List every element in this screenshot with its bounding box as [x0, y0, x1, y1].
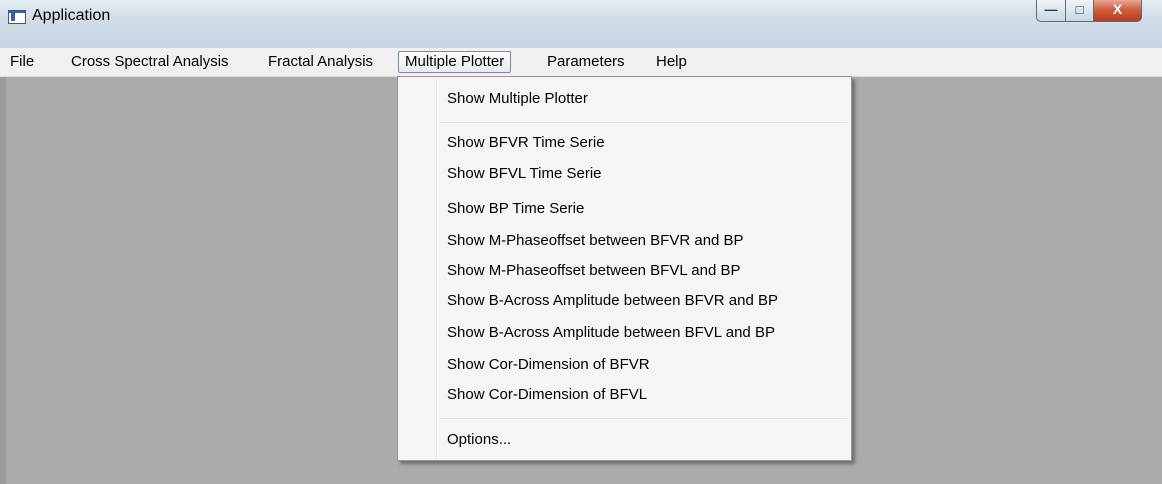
menu-show-cor-dimension-bfvl[interactable]: Show Cor-Dimension of BFVL [447, 383, 647, 407]
menu-show-multiple-plotter[interactable]: Show Multiple Plotter [447, 87, 588, 111]
menu-show-bp-time-serie[interactable]: Show BP Time Serie [447, 197, 584, 221]
maximize-icon: □ [1075, 2, 1084, 17]
minimize-button[interactable]: — [1036, 0, 1066, 22]
menu-show-b-across-amplitude-bfvl-bp[interactable]: Show B-Across Amplitude between BFVL and… [447, 321, 775, 345]
window-title: Application [32, 7, 111, 24]
menu-multiple-plotter[interactable]: Multiple Plotter [398, 51, 512, 73]
client-border [0, 77, 6, 484]
menu-show-bfvr-time-serie[interactable]: Show BFVR Time Serie [447, 131, 605, 155]
menu-show-m-phaseoffset-bfvr-bp[interactable]: Show M-Phaseoffset between BFVR and BP [447, 229, 744, 253]
minimize-icon: — [1044, 2, 1058, 17]
menu-show-cor-dimension-bfvr[interactable]: Show Cor-Dimension of BFVR [447, 353, 650, 377]
menu-parameters[interactable]: Parameters [541, 51, 631, 73]
maximize-button[interactable]: □ [1066, 0, 1094, 22]
menu-separator [439, 418, 847, 420]
application-icon[interactable] [8, 10, 26, 24]
multiple-plotter-dropdown: Show Multiple Plotter Show BFVR Time Ser… [397, 76, 852, 461]
title-bar: Application — □ X [0, 0, 1162, 49]
menu-fractal-analysis[interactable]: Fractal Analysis [262, 51, 379, 73]
menu-show-bfvl-time-serie[interactable]: Show BFVL Time Serie [447, 162, 602, 186]
menu-options[interactable]: Options... [447, 428, 511, 452]
window-controls: — □ X [1036, 0, 1142, 24]
menu-icon-gutter [436, 79, 438, 458]
menu-file[interactable]: File [4, 51, 40, 73]
close-button[interactable]: X [1094, 0, 1142, 22]
menu-show-m-phaseoffset-bfvl-bp[interactable]: Show M-Phaseoffset between BFVL and BP [447, 259, 741, 283]
menu-cross-spectral-analysis[interactable]: Cross Spectral Analysis [65, 51, 235, 73]
menu-separator [439, 122, 847, 124]
close-icon: X [1112, 1, 1123, 17]
menu-show-b-across-amplitude-bfvr-bp[interactable]: Show B-Across Amplitude between BFVR and… [447, 289, 778, 313]
menu-help[interactable]: Help [650, 51, 693, 73]
menu-bar: File Cross Spectral Analysis Fractal Ana… [0, 48, 1162, 77]
